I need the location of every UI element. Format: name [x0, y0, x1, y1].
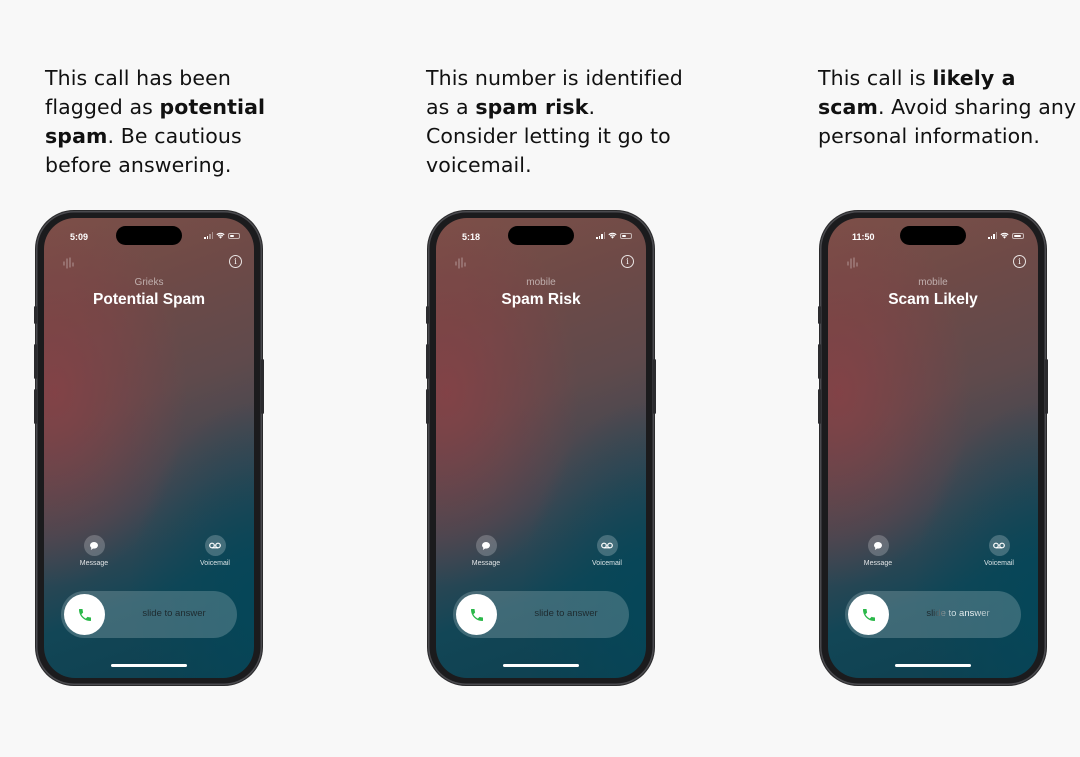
voicemail-icon [209, 542, 221, 549]
panel-spam-risk: This number is identified as a spam risk… [426, 0, 728, 757]
wifi-icon [1000, 232, 1009, 239]
message-button[interactable]: Message [461, 535, 511, 567]
slide-to-answer-slider[interactable]: slide to answer [845, 591, 1021, 638]
voicemail-icon [601, 542, 613, 549]
phone-icon [862, 608, 875, 621]
audio-waveform-icon [63, 257, 74, 269]
volume-up-button [426, 344, 429, 379]
power-button [261, 359, 264, 414]
status-time: 5:09 [70, 232, 89, 242]
battery-icon [228, 232, 240, 239]
voicemail-button[interactable]: Voicemail [582, 535, 632, 567]
home-indicator[interactable] [503, 664, 579, 667]
message-bubble-icon [874, 541, 882, 550]
caption: This call has been flagged as potential … [45, 66, 266, 177]
caller-subtitle: mobile [918, 277, 948, 288]
status-icons [988, 232, 1024, 239]
answer-knob[interactable] [848, 594, 889, 635]
signal-icon [988, 232, 997, 239]
status-time: 11:50 [852, 232, 875, 242]
message-label: Message [471, 560, 501, 567]
status-icons [204, 232, 240, 239]
audio-waveform-icon [455, 257, 466, 269]
info-icon[interactable]: i [1013, 255, 1026, 268]
incoming-call-screen: 11:50 i mobile Scam Likely Message Voice… [828, 218, 1038, 678]
status-time: 5:18 [462, 232, 481, 242]
wifi-icon [216, 232, 225, 239]
voicemail-button[interactable]: Voicemail [190, 535, 240, 567]
dynamic-island [116, 226, 182, 245]
info-icon[interactable]: i [229, 255, 242, 268]
phone-icon [78, 608, 91, 621]
volume-down-button [818, 389, 821, 424]
signal-icon [204, 232, 213, 239]
answer-knob[interactable] [456, 594, 497, 635]
incoming-call-screen: 5:09 i Grieks Potential Spam Message Voi… [44, 218, 254, 678]
caption: This call is likely a scam. Avoid sharin… [818, 66, 1077, 148]
caller-title: Potential Spam [93, 291, 205, 308]
volume-up-button [818, 344, 821, 379]
home-indicator[interactable] [895, 664, 971, 667]
volume-down-button [34, 389, 37, 424]
message-button[interactable]: Message [853, 535, 903, 567]
caller-title: Spam Risk [501, 291, 581, 308]
voicemail-label: Voicemail [984, 560, 1014, 567]
message-bubble-icon [482, 541, 490, 550]
battery-icon [620, 232, 632, 239]
action-button [818, 306, 821, 324]
voicemail-button[interactable]: Voicemail [974, 535, 1024, 567]
phone-mockup: 5:09 i Grieks Potential Spam Message Voi… [34, 211, 264, 685]
power-button [1045, 359, 1048, 414]
caller-subtitle: Grieks [134, 277, 164, 288]
caller-subtitle: mobile [526, 277, 556, 288]
answer-knob[interactable] [64, 594, 105, 635]
slider-label: slide to answer [895, 608, 1021, 619]
power-button [653, 359, 656, 414]
phone-mockup: 5:18 i mobile Spam Risk Message Voicemai… [426, 211, 656, 685]
message-label: Message [79, 560, 109, 567]
volume-up-button [34, 344, 37, 379]
slider-label: slide to answer [142, 608, 206, 619]
signal-icon [596, 232, 605, 239]
voicemail-icon [993, 542, 1005, 549]
slide-to-answer-slider[interactable]: slide to answer [61, 591, 237, 638]
phone-mockup: 11:50 i mobile Scam Likely Message Voice… [818, 211, 1048, 685]
home-indicator[interactable] [111, 664, 187, 667]
incoming-call-screen: 5:18 i mobile Spam Risk Message Voicemai… [436, 218, 646, 678]
panel-scam-likely: This call is likely a scam. Avoid sharin… [818, 0, 1080, 757]
dynamic-island [900, 226, 966, 245]
message-label: Message [863, 560, 893, 567]
message-button[interactable]: Message [69, 535, 119, 567]
phone-icon [470, 608, 483, 621]
wifi-icon [608, 232, 617, 239]
voicemail-label: Voicemail [592, 560, 622, 567]
status-icons [596, 232, 632, 239]
caption: This number is identified as a spam risk… [426, 66, 683, 177]
dynamic-island [508, 226, 574, 245]
slider-label: slide to answer [534, 608, 598, 619]
info-icon[interactable]: i [621, 255, 634, 268]
action-button [426, 306, 429, 324]
caller-title: Scam Likely [888, 291, 978, 308]
battery-icon [1012, 232, 1024, 239]
slide-to-answer-slider[interactable]: slide to answer [453, 591, 629, 638]
audio-waveform-icon [847, 257, 858, 269]
voicemail-label: Voicemail [200, 560, 230, 567]
message-bubble-icon [90, 541, 98, 550]
panel-potential-spam: This call has been flagged as potential … [34, 0, 336, 757]
action-button [34, 306, 37, 324]
volume-down-button [426, 389, 429, 424]
